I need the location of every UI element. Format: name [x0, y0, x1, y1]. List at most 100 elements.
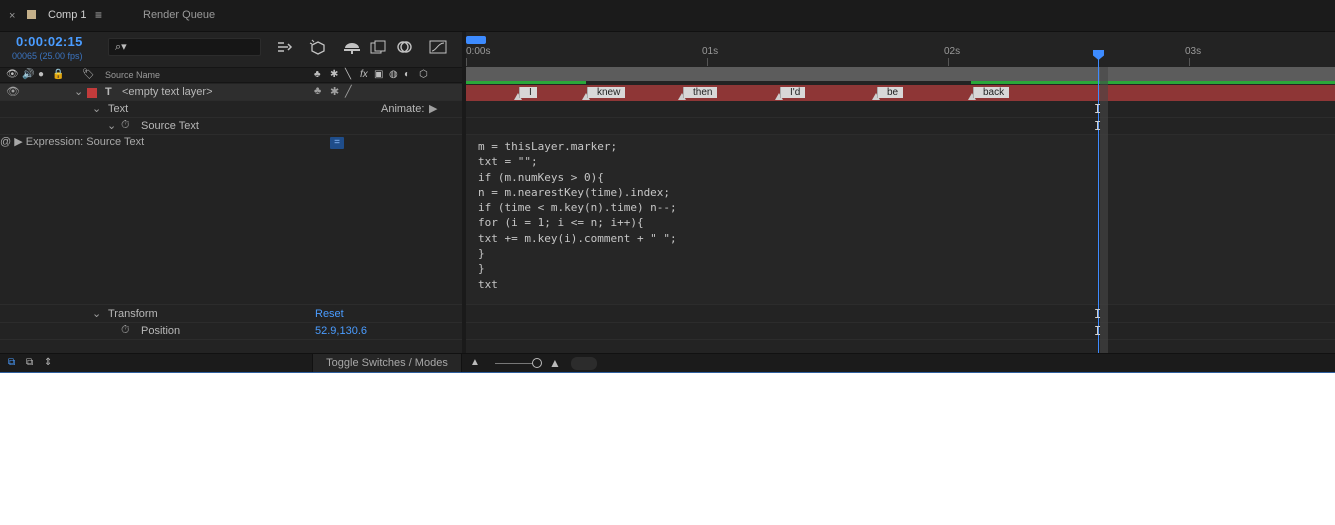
expression-language-menu-icon[interactable]: ▶: [14, 136, 22, 148]
zoom-in-icon[interactable]: ▲: [549, 356, 561, 370]
text-cursor-icon: I: [1094, 324, 1102, 338]
position-value[interactable]: 52.9,130.6: [315, 325, 367, 337]
audio-switch-header-icon[interactable]: 🔊: [22, 69, 34, 80]
transfer-controls-pane-icon[interactable]: ⧉: [26, 357, 33, 368]
frame-blending-icon[interactable]: [368, 38, 388, 56]
solo-header-icon[interactable]: ●: [38, 69, 44, 80]
layer-marker[interactable]: I'd: [780, 87, 806, 98]
frame-count: 00065 (25.00 fps): [12, 51, 83, 61]
layer-shy-switch-icon[interactable]: ♣: [314, 85, 321, 97]
frame-blend-switch-icon[interactable]: ▣: [374, 69, 383, 80]
text-group-label: Text: [108, 103, 129, 115]
transform-label: Transform: [108, 308, 158, 320]
label-tag-icon[interactable]: 🏷: [82, 69, 95, 80]
layer-label-color[interactable]: [87, 88, 97, 98]
text-cursor-icon: I: [1094, 307, 1102, 321]
comp-flowchart-icon[interactable]: [275, 38, 295, 56]
zoom-out-icon[interactable]: ▲: [470, 357, 480, 368]
bottom-toolbar: ⧉ ⧉ ⇕ Toggle Switches / Modes ▲ ▲: [0, 353, 1335, 372]
source-text-label: Source Text: [141, 120, 199, 132]
zoom-slider-knob[interactable]: [532, 358, 542, 368]
ruler-label-3: 03s: [1185, 46, 1202, 57]
expand-chevron-icon[interactable]: ⌄: [74, 85, 83, 98]
layer-marker[interactable]: knew: [587, 87, 626, 98]
layer-marker[interactable]: then: [683, 87, 718, 98]
tab-comp-1[interactable]: Comp 1: [48, 9, 87, 21]
graph-editor-icon[interactable]: [428, 38, 448, 56]
text-group-row[interactable]: ⌄ Text Animate: ▶: [0, 101, 462, 118]
animate-menu-icon[interactable]: ▶: [429, 102, 437, 115]
comp-color-swatch: [27, 10, 36, 19]
time-ruler[interactable]: 0:00s 01s 02s 03s: [466, 32, 1335, 66]
lock-header-icon[interactable]: 🔒: [52, 69, 64, 80]
expression-row: = @ ▶ Expression: Source Text: [0, 135, 462, 305]
video-switch-header-icon[interactable]: 👁: [6, 69, 19, 80]
navigator-bar[interactable]: [571, 357, 597, 370]
3d-layer-switch-icon[interactable]: ⬡: [419, 69, 428, 80]
current-time-display[interactable]: 0:00:02:15: [16, 34, 83, 49]
animate-label: Animate:: [381, 103, 425, 115]
text-cursor-icon: I: [1094, 102, 1102, 116]
ruler-label-0: 0:00s: [466, 46, 491, 57]
text-layer-type-icon: T: [105, 86, 112, 98]
transform-group-row[interactable]: ⌄ Transform Reset: [0, 306, 462, 323]
timeline-row: [466, 118, 1335, 135]
layer-marker[interactable]: I: [519, 87, 537, 98]
layer-name[interactable]: <empty text layer>: [122, 86, 213, 98]
shy-layers-icon[interactable]: [342, 38, 362, 56]
expression-code[interactable]: m = thisLayer.marker; txt = ""; if (m.nu…: [478, 139, 677, 292]
layer-collapse-switch-icon[interactable]: ✱: [330, 85, 339, 98]
timeline-row: [466, 306, 1335, 323]
ruler-tick: [466, 58, 467, 66]
layer-outline-panel: 0:00:02:15 00065 (25.00 fps) ⌕▾ 👁 🔊 ● 🔒: [0, 32, 462, 353]
layer-switches-pane-icon[interactable]: ⧉: [8, 357, 15, 368]
layer-quality-switch-icon[interactable]: ╱: [345, 85, 352, 98]
motion-blur-switch-icon[interactable]: ◍: [389, 69, 398, 80]
layer-duration-bar[interactable]: I knew then I'd be back: [466, 85, 1335, 101]
column-header: 👁 🔊 ● 🔒 🏷 Source Name ♣ ✱ ╲ fx ▣ ◍ ◐ ⬡: [0, 67, 462, 83]
collapse-switch-icon[interactable]: ✱: [330, 69, 338, 80]
expression-label: Expression: Source Text: [25, 136, 145, 148]
work-area-start-handle[interactable]: [466, 36, 486, 44]
source-text-chevron-icon[interactable]: ⌄: [107, 119, 116, 132]
close-tab-icon[interactable]: ×: [9, 10, 15, 22]
position-stopwatch-icon[interactable]: ⏱: [121, 324, 130, 337]
in-out-pane-icon[interactable]: ⇕: [44, 357, 52, 368]
timeline-row: [466, 101, 1335, 118]
source-text-row[interactable]: ⌄ ⏱ Source Text: [0, 118, 462, 135]
text-group-chevron-icon[interactable]: ⌄: [92, 102, 101, 115]
in-out-indicator: [971, 81, 1335, 84]
ruler-tick: [707, 58, 708, 66]
panel-menu-icon[interactable]: ≡: [95, 8, 102, 22]
timeline-row: [466, 323, 1335, 340]
in-out-indicator: [466, 81, 586, 84]
pick-whip-icon[interactable]: @: [0, 136, 11, 148]
toggle-switches-modes-button[interactable]: Toggle Switches / Modes: [312, 354, 462, 372]
adjustment-switch-icon[interactable]: ◐: [404, 69, 410, 80]
source-name-header[interactable]: Source Name: [105, 70, 160, 80]
reset-link[interactable]: Reset: [315, 308, 344, 320]
expression-enable-icon[interactable]: =: [330, 137, 344, 149]
position-label: Position: [141, 325, 181, 337]
tab-bar: × Comp 1 ≡ Render Queue: [0, 0, 1335, 32]
stopwatch-icon[interactable]: ⏱: [121, 119, 130, 132]
position-row[interactable]: ⏱ Position 52.9,130.6: [0, 323, 462, 340]
ruler-tick: [948, 58, 949, 66]
layer-row[interactable]: 👁 ⌄ T <empty text layer> ♣ ✱ ╱: [0, 84, 462, 101]
search-input[interactable]: ⌕▾: [108, 38, 261, 56]
ruler-label-1: 01s: [702, 46, 719, 57]
effects-switch-icon[interactable]: fx: [360, 69, 368, 80]
shy-switch-icon[interactable]: ♣: [314, 69, 321, 80]
layer-marker[interactable]: be: [877, 87, 904, 98]
timeline-panel: × Comp 1 ≡ Render Queue 0:00:02:15 00065…: [0, 0, 1335, 373]
quality-switch-icon[interactable]: ╲: [345, 69, 351, 80]
transform-chevron-icon[interactable]: ⌄: [92, 307, 101, 320]
expression-editor[interactable]: m = thisLayer.marker; txt = ""; if (m.nu…: [466, 135, 1335, 305]
tab-render-queue[interactable]: Render Queue: [143, 9, 215, 21]
layer-marker[interactable]: back: [973, 87, 1010, 98]
draft-3d-icon[interactable]: [308, 38, 328, 56]
work-area-bar[interactable]: [466, 67, 1335, 81]
ruler-tick: [1189, 58, 1190, 66]
motion-blur-icon[interactable]: [395, 38, 415, 56]
visibility-eye-icon[interactable]: 👁: [6, 85, 20, 98]
